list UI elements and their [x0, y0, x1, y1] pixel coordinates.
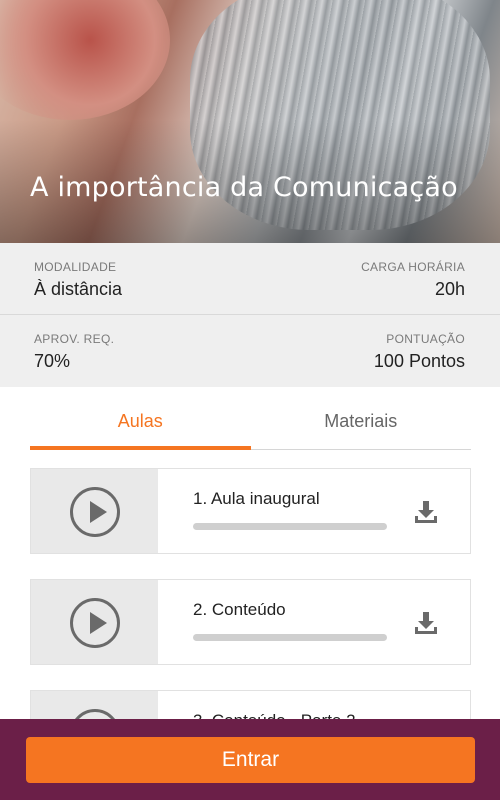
lesson-progress-bar: [193, 523, 387, 530]
lesson-title: 2. Conteúdo: [193, 600, 286, 619]
aprovacao-value: 70%: [34, 351, 71, 371]
carga-horaria: CARGA HORÁRIA 20h: [361, 260, 465, 300]
enter-button[interactable]: Entrar: [26, 737, 475, 783]
course-title: A importância da Comunicação: [30, 172, 458, 203]
lesson-card[interactable]: 2. Conteúdo: [30, 579, 471, 665]
download-icon[interactable]: [413, 499, 439, 525]
aprovacao-requerida: APROV. REQ. 70%: [34, 332, 114, 372]
lesson-thumbnail[interactable]: [31, 469, 158, 553]
hero-image-mouth: [0, 0, 170, 120]
lesson-title: 1. Aula inaugural: [193, 489, 320, 508]
lesson-progress-bar: [193, 634, 387, 641]
carga-horaria-value: 20h: [434, 279, 465, 299]
play-icon[interactable]: [70, 598, 120, 648]
carga-horaria-label: CARGA HORÁRIA: [361, 260, 465, 274]
modalidade-value: À distância: [34, 279, 123, 299]
lesson-thumbnail[interactable]: [31, 580, 158, 664]
course-info: MODALIDADE À distância CARGA HORÁRIA 20h…: [0, 243, 500, 387]
play-icon[interactable]: [70, 487, 120, 537]
aprovacao-label: APROV. REQ.: [34, 332, 115, 346]
tab-aulas[interactable]: Aulas: [30, 398, 251, 450]
tab-materiais[interactable]: Materiais: [251, 398, 472, 449]
content-tabs: Aulas Materiais: [30, 398, 471, 450]
course-hero: A importância da Comunicação: [0, 0, 500, 243]
info-row-1: MODALIDADE À distância CARGA HORÁRIA 20h: [0, 243, 500, 315]
lesson-card[interactable]: 1. Aula inaugural: [30, 468, 471, 554]
info-row-2: APROV. REQ. 70% PONTUAÇÃO 100 Pontos: [0, 315, 500, 387]
pontuacao: PONTUAÇÃO 100 Pontos: [374, 332, 465, 372]
modalidade: MODALIDADE À distância: [34, 260, 122, 300]
modalidade-label: MODALIDADE: [34, 260, 117, 274]
download-icon[interactable]: [413, 610, 439, 636]
bottom-bar: Entrar: [0, 719, 500, 800]
pontuacao-value: 100 Pontos: [373, 351, 465, 371]
pontuacao-label: PONTUAÇÃO: [386, 332, 465, 346]
